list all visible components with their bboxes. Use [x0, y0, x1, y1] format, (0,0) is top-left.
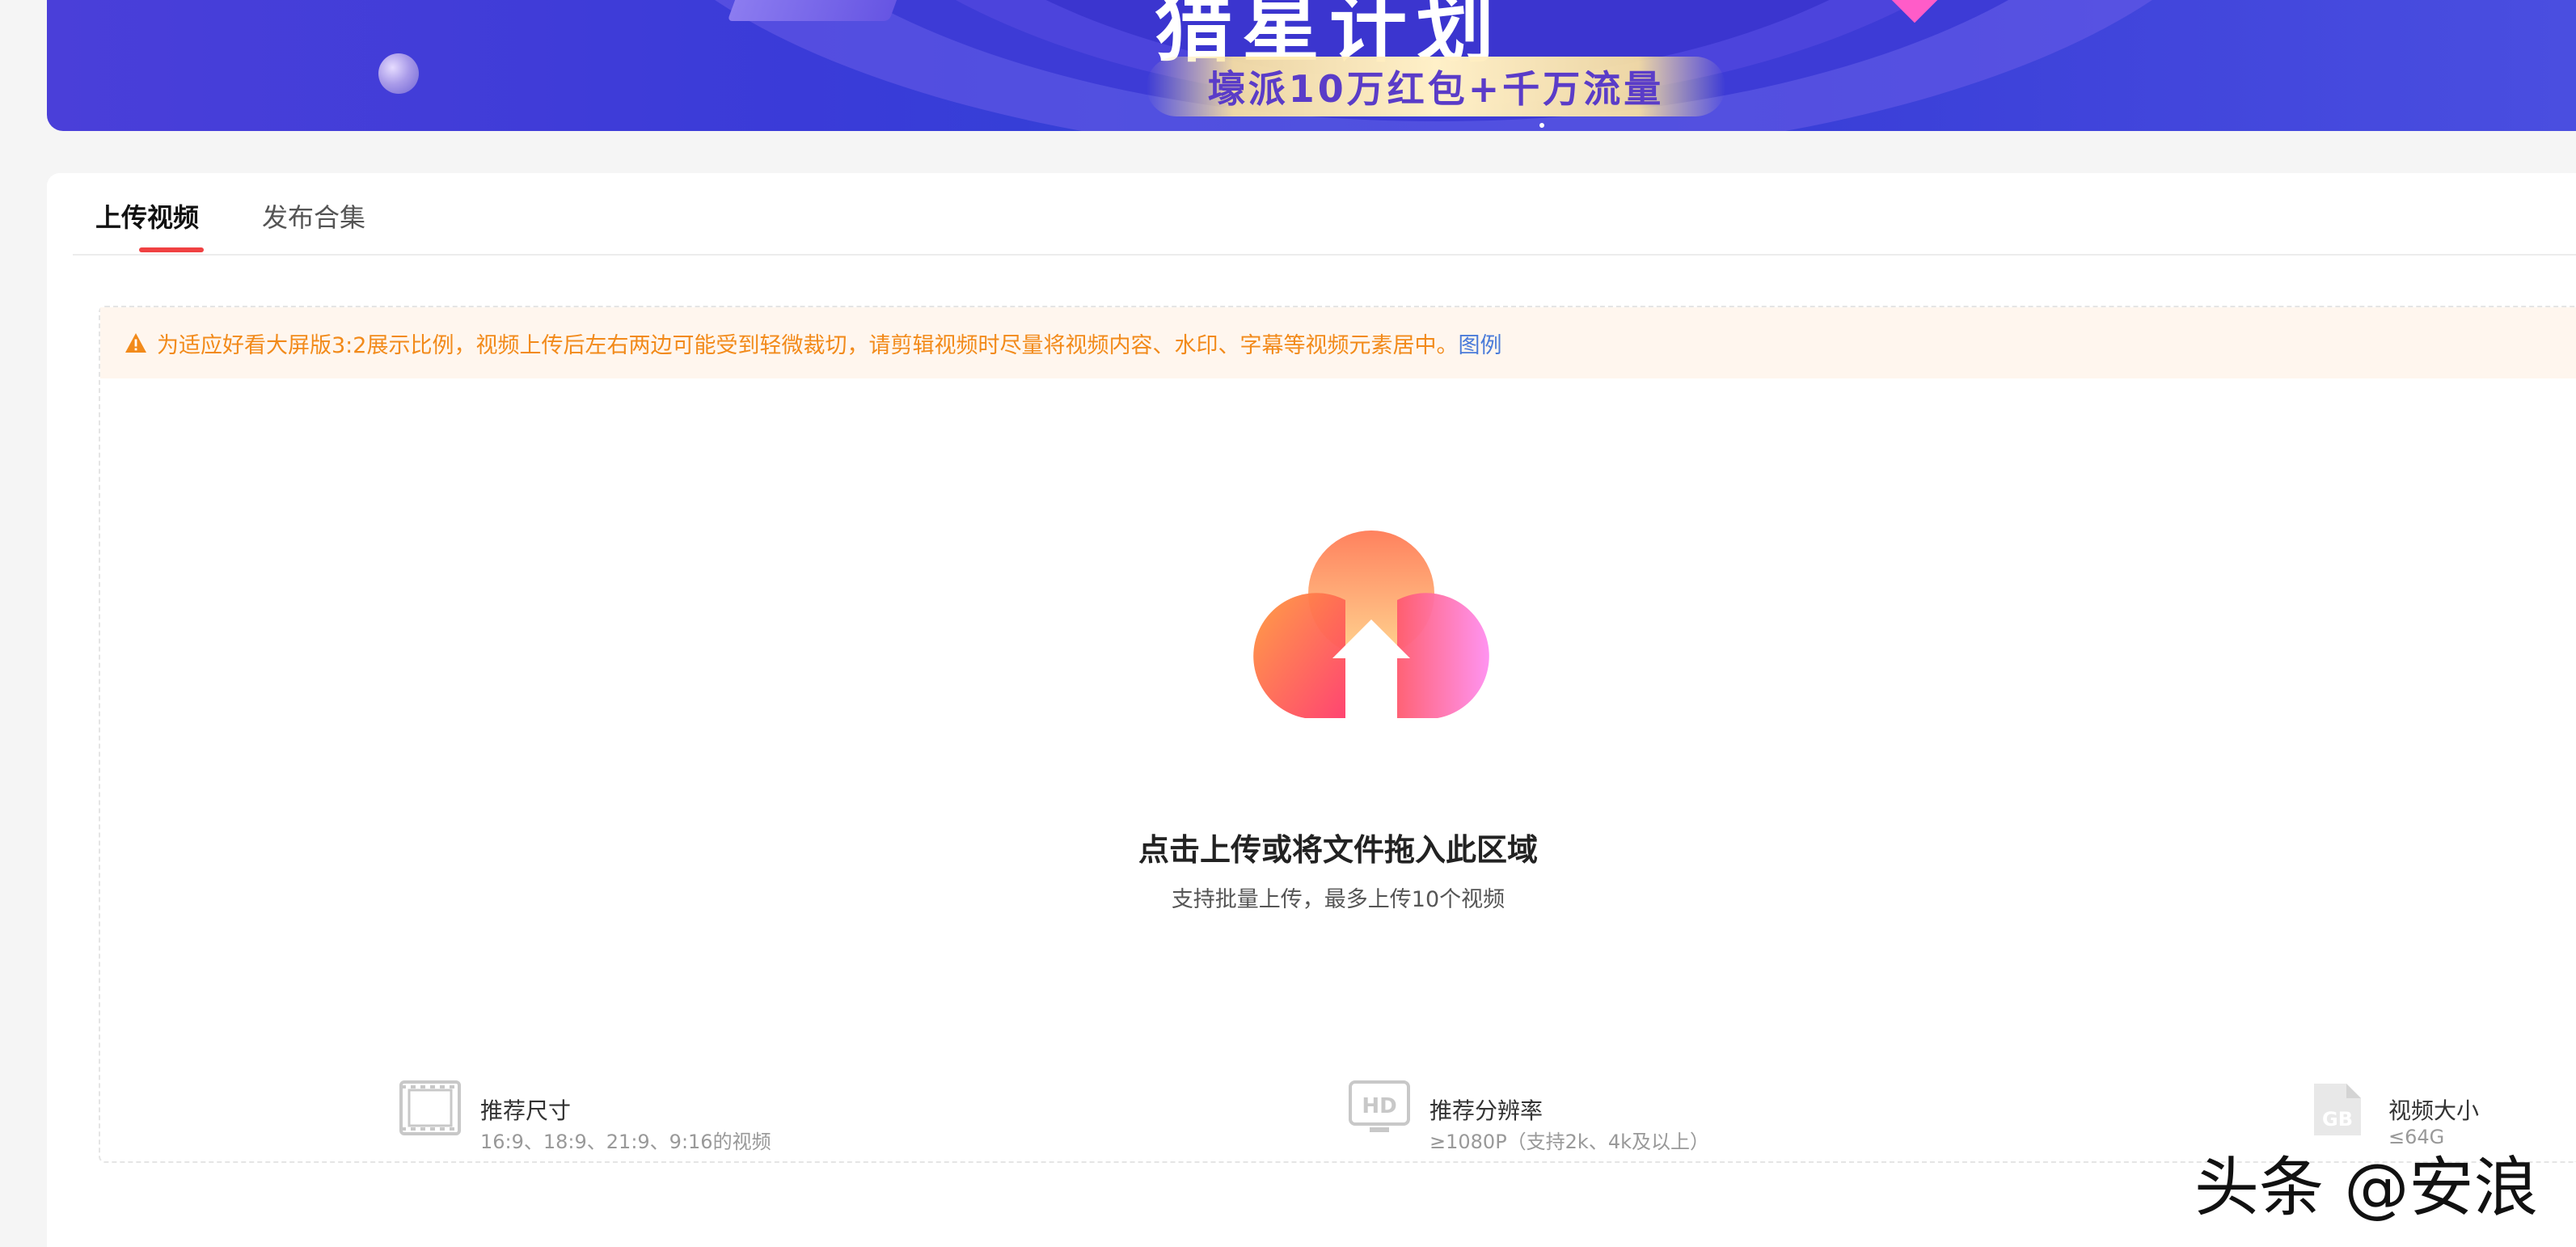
banner-subtitle-pill: 壕派10万红包+千万流量 [1147, 57, 1725, 116]
tab-publish-collection[interactable]: 发布合集 [262, 197, 365, 235]
spec-label: 视频大小 [2388, 1097, 2480, 1124]
promo-banner[interactable]: 猎星计划 壕派10万红包+千万流量 [47, 0, 2576, 131]
banner-decor-bubble [378, 53, 419, 94]
watermark: 头条 @安浪 [2194, 1150, 2539, 1225]
example-link[interactable]: 图例 [1458, 328, 1501, 359]
svg-text:HD: HD [1362, 1094, 1396, 1118]
upload-title: 点击上传或将文件拖入此区域 [1138, 832, 1538, 868]
spec-label: 推荐分辨率 [1429, 1097, 1543, 1124]
tab-upload-video[interactable]: 上传视频 [95, 197, 199, 235]
crop-notice-text: 为适应好看大屏版3:2展示比例，视频上传后左右两边可能受到轻微裁切，请剪辑视频时… [157, 332, 1459, 358]
warning-icon [125, 332, 147, 354]
film-frame-icon [399, 1080, 461, 1139]
upload-cloud-icon[interactable] [1242, 529, 1501, 731]
crop-notice: 为适应好看大屏版3:2展示比例，视频上传后左右两边可能受到轻微裁切，请剪辑视频时… [100, 307, 2576, 378]
spec-value: 16:9、18:9、21:9、9:16的视频 [480, 1131, 771, 1153]
tab-bar: 上传视频 发布合集 [73, 173, 2576, 256]
upload-drop-zone[interactable]: 为适应好看大屏版3:2展示比例，视频上传后左右两边可能受到轻微裁切，请剪辑视频时… [99, 306, 2576, 1163]
svg-text:GB: GB [2322, 1108, 2353, 1131]
hd-icon: HD [1349, 1080, 1410, 1139]
banner-decor-dot [1539, 123, 1544, 128]
spec-value: ≥1080P（支持2k、4k及以上） [1429, 1131, 1709, 1153]
upload-subtitle: 支持批量上传，最多上传10个视频 [1171, 887, 1505, 912]
active-tab-indicator [139, 247, 204, 252]
upload-card: 上传视频 发布合集 为适应好看大屏版3:2展示比例，视频上传后左右两边可能受到轻… [47, 173, 2576, 1247]
banner-decor-shape [727, 0, 903, 21]
gb-file-icon: GB [2311, 1080, 2364, 1142]
banner-subtitle: 壕派10万红包+千万流量 [1207, 67, 1665, 111]
spec-label: 推荐尺寸 [480, 1097, 572, 1124]
